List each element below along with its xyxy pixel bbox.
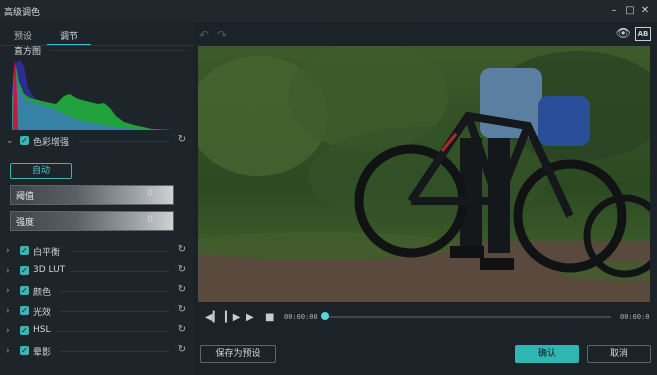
section-divider xyxy=(70,251,170,252)
tab-active-indicator xyxy=(47,44,91,45)
slider-value: 0 xyxy=(147,215,153,225)
current-time: 00:00:00 xyxy=(284,313,318,321)
section-label: 光效 xyxy=(33,308,52,318)
maximize-icon[interactable]: □ xyxy=(623,4,637,18)
section-label: 颜色 xyxy=(33,288,52,298)
slider-label: 强度 xyxy=(16,218,35,228)
section-divider xyxy=(60,291,170,292)
reset-icon[interactable]: ↻ xyxy=(176,134,188,146)
compare-ab-icon[interactable]: AB xyxy=(635,27,651,41)
section-label: 白平衡 xyxy=(33,248,61,258)
tab-preset[interactable]: 预设 xyxy=(14,29,32,42)
checkbox-checked-icon[interactable]: ✓ xyxy=(20,246,29,255)
stop-icon[interactable]: ■ xyxy=(265,312,274,323)
timeline-playhead[interactable] xyxy=(321,312,329,320)
section-label: HSL xyxy=(33,325,51,335)
auto-button[interactable]: 自动 xyxy=(10,163,72,179)
section-vignette[interactable]: › ✓ 晕影 ↻ xyxy=(6,344,188,358)
chevron-right-icon[interactable]: › xyxy=(6,265,14,277)
section-label: 3D LUT xyxy=(33,265,66,275)
intensity-slider[interactable]: 强度 0 xyxy=(10,211,174,231)
reset-icon[interactable]: ↻ xyxy=(176,244,188,256)
section-divider xyxy=(56,331,170,332)
minimize-icon[interactable]: – xyxy=(607,4,621,18)
preview-panel: ↶ ↷ 👁 AB ◀▎ ▎▶ ▶ ■ 00:00:00 00:00:0 保存为预… xyxy=(193,22,657,375)
section-color[interactable]: › ✓ 颜色 ↻ xyxy=(6,284,188,298)
slider-label: 阈值 xyxy=(16,192,35,202)
section-hsl[interactable]: › ✓ HSL ↻ xyxy=(6,324,188,338)
chevron-right-icon[interactable]: › xyxy=(6,305,14,317)
checkbox-checked-icon[interactable]: ✓ xyxy=(20,136,29,145)
threshold-slider[interactable]: 阈值 0 xyxy=(10,185,174,205)
checkbox-checked-icon[interactable]: ✓ xyxy=(20,346,29,355)
chevron-down-icon[interactable]: ⌄ xyxy=(6,135,14,147)
undo-icon[interactable]: ↶ xyxy=(199,28,209,42)
section-divider xyxy=(78,141,170,142)
histogram-divider xyxy=(50,50,185,51)
adjustment-panel: 预设 调节 直方图 ⌄ ✓ 色彩增强 ↻ 自动 阈值 0 强度 0 › ✓ 白平… xyxy=(0,22,193,375)
save-as-preset-button[interactable]: 保存为预设 xyxy=(200,345,276,363)
chevron-right-icon[interactable]: › xyxy=(6,325,14,337)
section-divider xyxy=(60,351,170,352)
title-bar: 高级调色 – □ ✕ xyxy=(0,0,657,22)
timeline-track[interactable] xyxy=(325,316,611,318)
checkbox-checked-icon[interactable]: ✓ xyxy=(20,266,29,275)
previous-frame-icon[interactable]: ◀▎ xyxy=(205,312,220,323)
step-play-icon[interactable]: ▎▶ xyxy=(225,312,240,323)
section-light-effects[interactable]: › ✓ 光效 ↻ xyxy=(6,304,188,318)
eye-icon[interactable]: 👁 xyxy=(616,26,631,40)
chevron-right-icon[interactable]: › xyxy=(6,345,14,357)
reset-icon[interactable]: ↻ xyxy=(176,304,188,316)
reset-icon[interactable]: ↻ xyxy=(176,264,188,276)
section-white-balance[interactable]: › ✓ 白平衡 ↻ xyxy=(6,244,188,258)
checkbox-checked-icon[interactable]: ✓ xyxy=(20,326,29,335)
ok-button[interactable]: 确认 xyxy=(515,345,579,363)
video-preview xyxy=(198,46,650,302)
checkbox-checked-icon[interactable]: ✓ xyxy=(20,306,29,315)
redo-icon[interactable]: ↷ xyxy=(217,28,227,42)
reset-icon[interactable]: ↻ xyxy=(176,344,188,356)
chevron-right-icon[interactable]: › xyxy=(6,245,14,257)
tab-adjust[interactable]: 调节 xyxy=(60,29,78,42)
section-label: 晕影 xyxy=(33,348,52,358)
section-3d-lut[interactable]: › ✓ 3D LUT ↻ xyxy=(6,264,188,278)
section-divider xyxy=(60,311,170,312)
section-divider xyxy=(70,271,170,272)
close-icon[interactable]: ✕ xyxy=(638,4,652,18)
reset-icon[interactable]: ↻ xyxy=(176,324,188,336)
total-time: 00:00:0 xyxy=(620,313,650,321)
section-label: 色彩增强 xyxy=(33,138,70,148)
chevron-right-icon[interactable]: › xyxy=(6,285,14,297)
window-title: 高级调色 xyxy=(4,8,41,18)
slider-value: 0 xyxy=(147,189,153,199)
play-icon[interactable]: ▶ xyxy=(246,312,254,323)
tab-bar: 预设 调节 xyxy=(0,27,193,46)
reset-icon[interactable]: ↻ xyxy=(176,284,188,296)
checkbox-checked-icon[interactable]: ✓ xyxy=(20,286,29,295)
cancel-button[interactable]: 取消 xyxy=(587,345,651,363)
histogram-graph xyxy=(12,60,172,130)
section-color-enhance[interactable]: ⌄ ✓ 色彩增强 ↻ xyxy=(6,134,188,148)
histogram-label: 直方图 xyxy=(14,47,42,57)
